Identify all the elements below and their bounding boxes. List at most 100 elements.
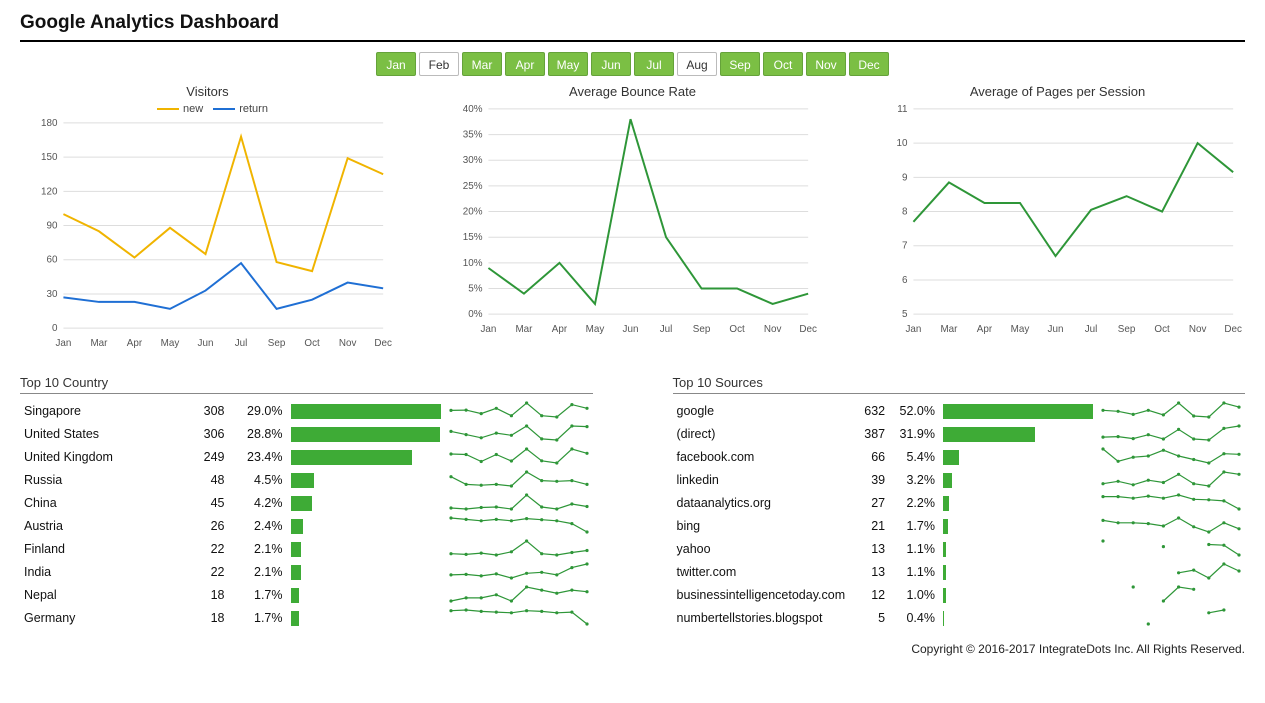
svg-text:7: 7 — [902, 241, 907, 252]
svg-text:Dec: Dec — [374, 338, 392, 349]
svg-text:6: 6 — [902, 275, 908, 286]
svg-text:May: May — [161, 338, 180, 349]
row-label: United Kingdom — [20, 446, 175, 469]
row-pct: 2.1% — [229, 538, 287, 561]
row-bar-cell — [939, 423, 1097, 446]
row-bar-fill — [943, 450, 959, 465]
svg-text:35%: 35% — [463, 130, 483, 141]
row-pct: 3.2% — [889, 469, 939, 492]
month-filter-bar: JanFebMarAprMayJunJulAugSepOctNovDec — [20, 52, 1245, 76]
row-label: yahoo — [673, 538, 850, 561]
row-bar-fill — [291, 611, 300, 626]
row-bar-fill — [943, 473, 952, 488]
month-btn-may[interactable]: May — [548, 52, 588, 76]
row-pct: 1.7% — [889, 515, 939, 538]
row-bar-cell — [287, 515, 445, 538]
row-label: United States — [20, 423, 175, 446]
svg-text:120: 120 — [41, 186, 58, 197]
row-count: 632 — [849, 400, 889, 423]
row-sparkline — [1097, 515, 1245, 538]
table-row: India222.1% — [20, 561, 593, 584]
row-bar-cell — [939, 492, 1097, 515]
row-bar-fill — [291, 565, 302, 580]
row-count: 306 — [175, 423, 229, 446]
tables-row: Top 10 CountrySingapore30829.0%United St… — [20, 375, 1245, 630]
row-sparkline — [1097, 469, 1245, 492]
svg-text:90: 90 — [47, 221, 58, 232]
row-bar-cell — [939, 538, 1097, 561]
month-btn-mar[interactable]: Mar — [462, 52, 502, 76]
svg-text:40%: 40% — [463, 104, 483, 115]
row-bar-cell — [939, 469, 1097, 492]
row-count: 13 — [849, 561, 889, 584]
row-bar-cell — [287, 607, 445, 630]
row-pct: 1.0% — [889, 584, 939, 607]
row-count: 18 — [175, 607, 229, 630]
row-sparkline — [445, 423, 593, 446]
month-btn-apr[interactable]: Apr — [505, 52, 545, 76]
svg-text:Apr: Apr — [552, 324, 568, 335]
table-title: Top 10 Sources — [673, 375, 1246, 394]
row-count: 39 — [849, 469, 889, 492]
svg-text:Sep: Sep — [1118, 324, 1136, 335]
month-btn-nov[interactable]: Nov — [806, 52, 846, 76]
page-title: Google Analytics Dashboard — [20, 12, 1245, 34]
svg-text:0: 0 — [52, 323, 58, 334]
row-pct: 2.4% — [229, 515, 287, 538]
row-bar-cell — [287, 400, 445, 423]
chart-1: Average Bounce Rate0%5%10%15%20%25%30%35… — [445, 84, 820, 359]
row-sparkline — [445, 607, 593, 630]
row-label: Nepal — [20, 584, 175, 607]
row-sparkline — [1097, 584, 1245, 607]
row-pct: 29.0% — [229, 400, 287, 423]
row-pct: 1.7% — [229, 607, 287, 630]
table-row: linkedin393.2% — [673, 469, 1246, 492]
row-label: Finland — [20, 538, 175, 561]
row-pct: 2.1% — [229, 561, 287, 584]
chart-plot: 0%5%10%15%20%25%30%35%40%JanMarAprMayJun… — [445, 103, 820, 345]
svg-text:5: 5 — [902, 309, 908, 320]
legend-label: new — [183, 103, 203, 115]
row-count: 22 — [175, 561, 229, 584]
table-row: Austria262.4% — [20, 515, 593, 538]
svg-text:5%: 5% — [468, 283, 482, 294]
table-title: Top 10 Country — [20, 375, 593, 394]
month-btn-dec[interactable]: Dec — [849, 52, 889, 76]
table-row: China454.2% — [20, 492, 593, 515]
row-sparkline — [445, 538, 593, 561]
table-row: businessintelligencetoday.com121.0% — [673, 584, 1246, 607]
svg-text:Nov: Nov — [339, 338, 357, 349]
svg-text:Sep: Sep — [693, 324, 711, 335]
row-bar-cell — [287, 423, 445, 446]
row-sparkline — [1097, 492, 1245, 515]
row-sparkline — [1097, 446, 1245, 469]
row-pct: 4.5% — [229, 469, 287, 492]
month-btn-sep[interactable]: Sep — [720, 52, 760, 76]
table-row: (direct)38731.9% — [673, 423, 1246, 446]
row-bar-fill — [943, 427, 1035, 442]
row-count: 27 — [849, 492, 889, 515]
svg-text:Oct: Oct — [1154, 324, 1170, 335]
row-bar-fill — [943, 565, 946, 580]
month-btn-oct[interactable]: Oct — [763, 52, 803, 76]
chart-title: Average of Pages per Session — [870, 84, 1245, 99]
row-label: dataanalytics.org — [673, 492, 850, 515]
chart-plot: 567891011JanMarAprMayJunJulSepOctNovDec — [870, 103, 1245, 345]
row-count: 66 — [849, 446, 889, 469]
month-btn-feb[interactable]: Feb — [419, 52, 459, 76]
chart-title: Average Bounce Rate — [445, 84, 820, 99]
svg-text:0%: 0% — [468, 309, 482, 320]
table-0: Top 10 CountrySingapore30829.0%United St… — [20, 375, 593, 630]
svg-text:Jul: Jul — [660, 324, 673, 335]
row-bar-cell — [939, 400, 1097, 423]
row-bar-fill — [943, 496, 949, 511]
month-btn-jun[interactable]: Jun — [591, 52, 631, 76]
row-count: 18 — [175, 584, 229, 607]
svg-text:25%: 25% — [463, 181, 483, 192]
month-btn-aug[interactable]: Aug — [677, 52, 717, 76]
row-pct: 28.8% — [229, 423, 287, 446]
month-btn-jul[interactable]: Jul — [634, 52, 674, 76]
month-btn-jan[interactable]: Jan — [376, 52, 416, 76]
row-bar-fill — [943, 611, 944, 626]
row-count: 26 — [175, 515, 229, 538]
